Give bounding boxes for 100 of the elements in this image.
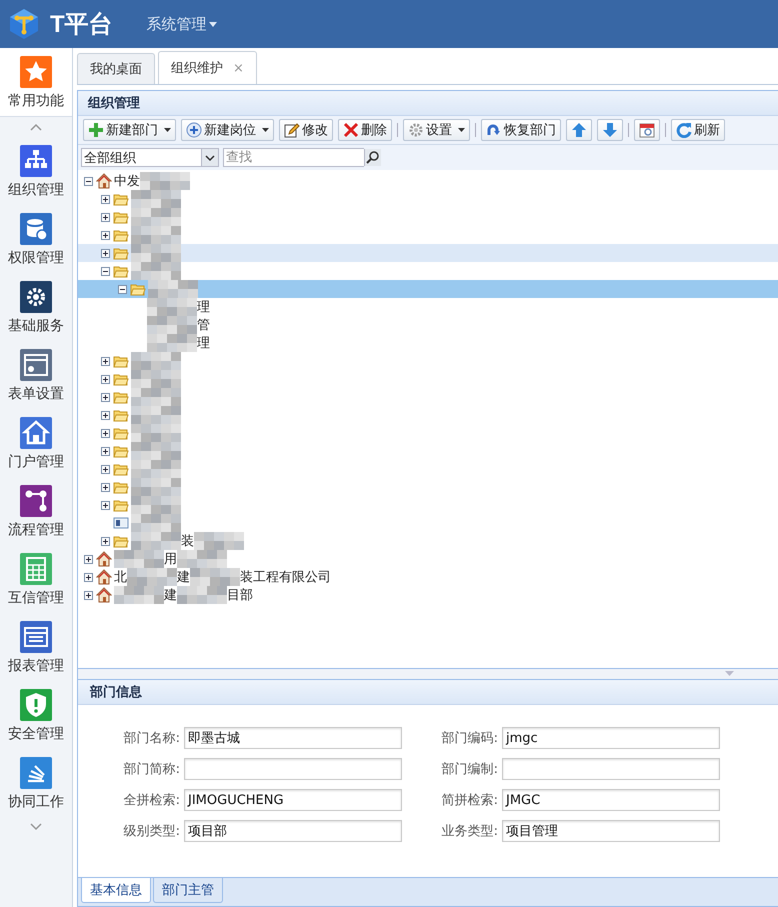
node-label: 北	[114, 569, 127, 586]
input-field[interactable]: JMGC	[502, 789, 720, 811]
mosaic-drawing	[147, 316, 197, 334]
input-field[interactable]	[184, 758, 402, 780]
mosaic-drawing	[131, 442, 181, 460]
mosaic-drawing	[114, 550, 164, 568]
mosaic-drawing	[131, 226, 181, 244]
sidebar-item[interactable]: 安全管理	[0, 681, 72, 749]
tree-row[interactable]: 装	[78, 532, 778, 550]
collapse-handle-icon[interactable]	[725, 671, 734, 676]
expand-icon[interactable]	[84, 590, 93, 600]
field-label: 级别类型:	[122, 823, 180, 840]
search-icon[interactable]	[364, 149, 381, 166]
toolbar-button[interactable]: 修改	[279, 119, 333, 141]
field-label: 业务类型:	[440, 823, 498, 840]
tree-row[interactable]: 管	[78, 316, 778, 334]
mosaic-drawing	[131, 424, 181, 442]
tree-row[interactable]: 理	[78, 334, 778, 352]
tree-row[interactable]: 中发	[78, 172, 778, 190]
tree-row[interactable]: 北 建 装工程有限公司	[78, 568, 778, 586]
input-field[interactable]: 项目部	[184, 820, 402, 842]
toolbar-button[interactable]: 新建岗位	[181, 119, 274, 141]
field-label: 部门编制:	[440, 761, 498, 778]
sidebar-item[interactable]: 组织管理	[0, 137, 72, 205]
caret-icon	[208, 22, 217, 26]
toolbar-button[interactable]: 新建部门	[83, 119, 176, 141]
input-field[interactable]: 项目管理	[502, 820, 720, 842]
toolbar-button[interactable]: 刷新	[671, 119, 725, 141]
system-menu[interactable]: 系统管理	[146, 14, 217, 34]
sidebar-item[interactable]: 门户管理	[0, 409, 72, 477]
sidebar-item[interactable]: 基础服务	[0, 273, 72, 341]
expand-icon[interactable]	[101, 248, 110, 258]
expand-icon[interactable]	[101, 374, 110, 384]
node-label: 用	[164, 551, 177, 568]
section-title: 部门信息	[90, 684, 142, 701]
sidebar-item[interactable]: 表单设置	[0, 341, 72, 409]
expand-icon[interactable]	[101, 428, 110, 438]
expand-icon[interactable]	[101, 446, 110, 456]
refresh-icon	[676, 122, 692, 138]
expand-icon[interactable]	[101, 194, 110, 204]
sidebar-item[interactable]: 流程管理	[0, 477, 72, 545]
tab[interactable]: 我的桌面	[77, 53, 155, 84]
chevron-down-icon[interactable]	[201, 149, 218, 166]
expand-icon[interactable]	[101, 482, 110, 492]
cube-logo-icon	[8, 8, 40, 40]
toolbar-button[interactable]	[566, 119, 592, 141]
expand-icon[interactable]	[84, 554, 93, 564]
toolbar-button[interactable]: 设置	[403, 119, 470, 141]
collapse-icon[interactable]	[84, 176, 93, 186]
node-label: 建	[164, 587, 177, 604]
sidebar-item[interactable]: 互信管理	[0, 545, 72, 613]
mosaic-drawing	[131, 370, 181, 388]
mosaic-drawing	[131, 388, 181, 406]
expand-icon[interactable]	[101, 410, 110, 420]
house-icon	[96, 173, 112, 189]
house-icon	[96, 551, 112, 567]
mosaic-drawing	[131, 406, 181, 424]
input-field[interactable]: 即墨古城	[184, 727, 402, 749]
mosaic-drawing	[131, 208, 181, 226]
search-field[interactable]: 查找	[223, 148, 364, 167]
sidebar-item[interactable]: 常用功能	[0, 48, 72, 117]
panel-title: 组织管理	[88, 95, 140, 112]
field-label: 部门编码:	[440, 730, 498, 747]
expand-icon[interactable]	[101, 230, 110, 240]
chevron-up-icon[interactable]	[30, 123, 42, 131]
sidebar-item[interactable]: 协同工作	[0, 749, 72, 817]
mosaic-drawing	[131, 244, 181, 262]
field-label: 全拼检索:	[122, 792, 180, 809]
toolbar-button[interactable]: 删除	[338, 119, 392, 141]
expand-icon[interactable]	[101, 212, 110, 222]
sidebar-item[interactable]: 报表管理	[0, 613, 72, 681]
tree-row[interactable]: 用	[78, 550, 778, 568]
collapse-icon[interactable]	[101, 266, 110, 276]
scope-dropdown[interactable]: 全部组织	[81, 148, 219, 167]
toolbar-button[interactable]	[634, 119, 660, 141]
mosaic-drawing	[177, 550, 227, 568]
node-label: 目部	[227, 587, 253, 604]
input-field[interactable]	[502, 758, 720, 780]
expand-icon[interactable]	[101, 536, 110, 546]
input-field[interactable]: jmgc	[502, 727, 720, 749]
expand-icon[interactable]	[84, 572, 93, 582]
redo-icon	[486, 122, 502, 138]
field-label: 部门名称:	[122, 730, 180, 747]
node-label: 建	[177, 569, 190, 586]
sidebar-item[interactable]: 权限管理	[0, 205, 72, 273]
input-field[interactable]: JIMOGUCHENG	[184, 789, 402, 811]
toolbar-button[interactable]: 恢复部门	[481, 119, 561, 141]
collapse-icon[interactable]	[118, 284, 127, 294]
mosaic-drawing	[148, 280, 198, 298]
expand-icon[interactable]	[101, 464, 110, 474]
tree-row[interactable]: 理	[78, 298, 778, 316]
tab[interactable]: 组织维护 ×	[158, 51, 257, 84]
tab[interactable]: 基本信息	[81, 878, 151, 903]
expand-icon[interactable]	[101, 392, 110, 402]
expand-icon[interactable]	[101, 356, 110, 366]
tree-row[interactable]: 建 目部	[78, 586, 778, 604]
toolbar-button[interactable]	[597, 119, 623, 141]
expand-icon[interactable]	[101, 500, 110, 510]
tab[interactable]: 部门主管	[153, 878, 223, 903]
mosaic-drawing	[140, 172, 190, 190]
